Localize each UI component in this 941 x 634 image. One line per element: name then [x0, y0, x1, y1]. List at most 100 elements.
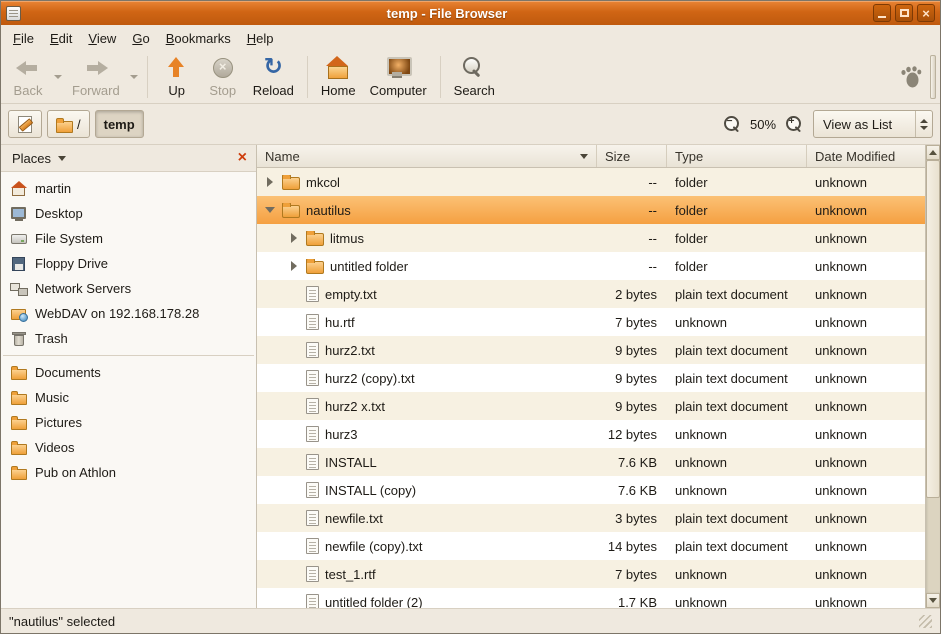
column-header-type[interactable]: Type	[667, 145, 807, 167]
file-row-empty-txt[interactable]: empty.txt2 bytesplain text documentunkno…	[257, 280, 925, 308]
minimize-button[interactable]	[873, 4, 891, 22]
maximize-button[interactable]	[895, 4, 913, 22]
column-header-date-modified[interactable]: Date Modified	[807, 145, 925, 167]
toolbar-grip[interactable]	[930, 55, 936, 99]
date-modified-cell: unknown	[807, 259, 925, 274]
file-row-nautilus[interactable]: nautilus--folderunknown	[257, 196, 925, 224]
home-icon	[10, 181, 28, 197]
expander-collapsed-icon[interactable]	[263, 177, 276, 187]
date-modified-cell: unknown	[807, 287, 925, 302]
date-modified-cell: unknown	[807, 483, 925, 498]
file-row-hurz2-txt[interactable]: hurz2.txt9 bytesplain text documentunkno…	[257, 336, 925, 364]
name-cell: hurz3	[257, 426, 597, 442]
sidebar-item-file-system[interactable]: File System	[1, 226, 256, 251]
file-row-hu-rtf[interactable]: hu.rtf7 bytesunknownunknown	[257, 308, 925, 336]
type-cell: plain text document	[667, 371, 807, 386]
file-row-mkcol[interactable]: mkcol--folderunknown	[257, 168, 925, 196]
path-button-root[interactable]: /	[47, 110, 90, 138]
sidebar-item-videos[interactable]: Videos	[1, 435, 256, 460]
date-modified-cell: unknown	[807, 399, 925, 414]
reload-button[interactable]: Reload	[246, 54, 301, 100]
up-button[interactable]: Up	[154, 54, 200, 100]
menu-edit[interactable]: Edit	[42, 27, 80, 50]
file-row-newfile-copy-txt[interactable]: newfile (copy).txt14 bytesplain text doc…	[257, 532, 925, 560]
expander-expanded-icon[interactable]	[263, 207, 276, 213]
sidebar-item-network-servers[interactable]: Network Servers	[1, 276, 256, 301]
sidebar-item-trash[interactable]: Trash	[1, 326, 256, 351]
folder-icon	[10, 365, 28, 381]
name-cell: newfile.txt	[257, 510, 597, 526]
toolbar-separator	[147, 56, 148, 98]
name-cell: hu.rtf	[257, 314, 597, 330]
zoom-out-button[interactable]: −	[724, 116, 740, 132]
column-header-name[interactable]: Name	[257, 145, 597, 167]
list-header: Name Size Type Date Modified	[257, 145, 925, 168]
sidebar-close-button[interactable]	[236, 150, 249, 166]
name-cell: untitled folder (2)	[257, 594, 597, 608]
sidebar-item-label: Music	[35, 390, 69, 405]
sidebar-mode-select[interactable]: Places	[8, 149, 70, 168]
edit-location-toggle[interactable]	[8, 110, 42, 138]
view-mode-select[interactable]: View as List	[813, 110, 933, 138]
file-name: newfile.txt	[325, 511, 383, 526]
spinner-arrows-icon	[915, 111, 932, 137]
file-row-test-1-rtf[interactable]: test_1.rtf7 bytesunknownunknown	[257, 560, 925, 588]
sidebar-item-pub-on-athlon[interactable]: Pub on Athlon	[1, 460, 256, 485]
type-cell: plain text document	[667, 511, 807, 526]
size-cell: --	[597, 175, 667, 190]
file-name: hurz2.txt	[325, 343, 375, 358]
date-modified-cell: unknown	[807, 371, 925, 386]
sort-arrow-icon	[580, 154, 588, 159]
date-modified-cell: unknown	[807, 315, 925, 330]
file-row-hurz2-copy-txt[interactable]: hurz2 (copy).txt9 bytesplain text docume…	[257, 364, 925, 392]
vertical-scrollbar[interactable]	[925, 145, 940, 608]
text-file-icon	[306, 342, 319, 358]
menu-view[interactable]: View	[80, 27, 124, 50]
file-row-hurz3[interactable]: hurz312 bytesunknownunknown	[257, 420, 925, 448]
expander-collapsed-icon[interactable]	[287, 233, 300, 243]
chevron-down-icon	[58, 156, 66, 161]
sidebar-item-label: Trash	[35, 331, 68, 346]
back-arrow-icon	[15, 56, 41, 80]
menu-file[interactable]: File	[5, 27, 42, 50]
sidebar-item-label: Documents	[35, 365, 101, 380]
path-button-current[interactable]: temp	[95, 110, 144, 138]
home-button[interactable]: Home	[314, 54, 363, 100]
sidebar-item-pictures[interactable]: Pictures	[1, 410, 256, 435]
sidebar-item-floppy-drive[interactable]: Floppy Drive	[1, 251, 256, 276]
file-row-INSTALL[interactable]: INSTALL7.6 KBunknownunknown	[257, 448, 925, 476]
sidebar-item-martin[interactable]: martin	[1, 176, 256, 201]
file-row-litmus[interactable]: litmus--folderunknown	[257, 224, 925, 252]
resize-grip[interactable]	[919, 615, 932, 628]
file-row-INSTALL-copy-[interactable]: INSTALL (copy)7.6 KBunknownunknown	[257, 476, 925, 504]
expander-collapsed-icon[interactable]	[287, 261, 300, 271]
menu-go[interactable]: Go	[124, 27, 157, 50]
scrollbar-thumb[interactable]	[926, 160, 940, 498]
close-button[interactable]	[917, 4, 935, 22]
size-cell: 1.7 KB	[597, 595, 667, 609]
column-label: Date Modified	[815, 149, 895, 164]
sidebar-item-desktop[interactable]: Desktop	[1, 201, 256, 226]
maximize-icon	[900, 9, 909, 17]
sidebar-item-music[interactable]: Music	[1, 385, 256, 410]
file-row-untitled-folder-2-[interactable]: untitled folder (2)1.7 KBunknownunknown	[257, 588, 925, 608]
menu-bookmarks[interactable]: Bookmarks	[158, 27, 239, 50]
sidebar-item-webdav-on-192-168-178-28[interactable]: WebDAV on 192.168.178.28	[1, 301, 256, 326]
file-row-hurz2-x-txt[interactable]: hurz2 x.txt9 bytesplain text documentunk…	[257, 392, 925, 420]
column-header-size[interactable]: Size	[597, 145, 667, 167]
computer-button[interactable]: Computer	[363, 54, 434, 100]
file-row-newfile-txt[interactable]: newfile.txt3 bytesplain text documentunk…	[257, 504, 925, 532]
scroll-down-button[interactable]	[926, 593, 940, 608]
menu-help[interactable]: Help	[239, 27, 282, 50]
file-row-untitled-folder[interactable]: untitled folder--folderunknown	[257, 252, 925, 280]
scroll-up-button[interactable]	[926, 145, 940, 160]
date-modified-cell: unknown	[807, 539, 925, 554]
menubar: FileEditViewGoBookmarksHelp	[1, 25, 940, 51]
titlebar[interactable]: temp - File Browser	[1, 1, 940, 25]
sidebar-item-documents[interactable]: Documents	[1, 360, 256, 385]
search-icon	[461, 56, 487, 80]
search-button[interactable]: Search	[447, 54, 502, 100]
file-name: hurz2 x.txt	[325, 399, 385, 414]
zoom-in-button[interactable]: +	[786, 116, 802, 132]
scrollbar-track[interactable]	[926, 160, 940, 593]
